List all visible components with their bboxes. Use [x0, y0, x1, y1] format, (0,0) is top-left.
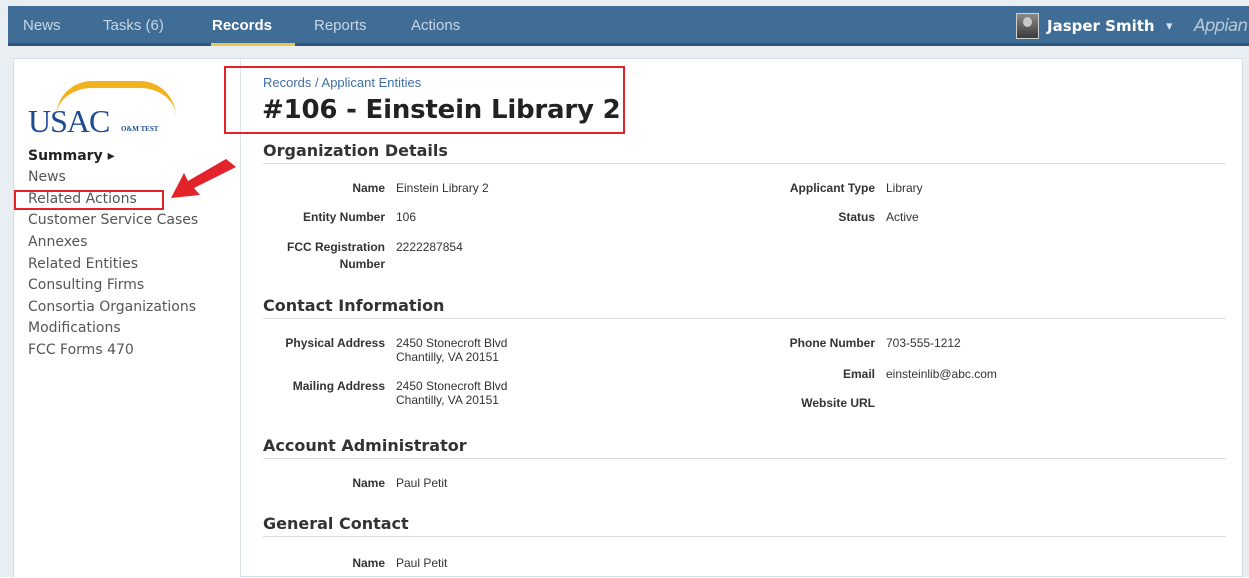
section-heading-account-administrator: Account Administrator	[263, 436, 467, 455]
label-fcc-registration: FCC Registration	[286, 240, 385, 254]
logo-text: USAC	[28, 103, 110, 139]
tab-reports[interactable]: Reports	[314, 6, 367, 46]
section-heading-contact-information: Contact Information	[263, 296, 445, 315]
user-name[interactable]: Jasper Smith	[1047, 6, 1155, 46]
label-mailing-address: Mailing Address	[292, 379, 385, 393]
sidebar-item-consulting-firms[interactable]: Consulting Firms	[28, 277, 144, 293]
value-name: Einstein Library 2	[396, 181, 489, 195]
tab-records[interactable]: Records	[212, 6, 272, 46]
label-entity-number: Entity Number	[302, 210, 385, 224]
value-email[interactable]: einsteinlib@abc.com	[886, 367, 997, 381]
record-sidebar: USAC O&M TEST Summary ▸ News Related Act…	[14, 59, 241, 578]
annotation-arrow-icon	[171, 159, 236, 198]
tab-actions[interactable]: Actions	[411, 6, 460, 46]
section-divider	[263, 536, 1226, 537]
user-avatar[interactable]	[1016, 13, 1039, 39]
value-mailing-address-line1: 2450 Stonecroft Blvd	[396, 379, 508, 393]
sidebar-item-annexes[interactable]: Annexes	[28, 234, 87, 250]
sidebar-item-customer-service-cases[interactable]: Customer Service Cases	[28, 212, 198, 228]
section-divider	[263, 163, 1226, 164]
label-fcc-registration-line2: Number	[339, 257, 385, 271]
app-frame: News Tasks (6) Records Reports Actions J…	[0, 0, 1249, 578]
sidebar-item-consortia-organizations[interactable]: Consortia Organizations	[28, 299, 196, 315]
breadcrumb[interactable]: Records / Applicant Entities	[263, 75, 421, 90]
tab-tasks[interactable]: Tasks (6)	[103, 6, 164, 46]
value-admin-name: Paul Petit	[396, 476, 448, 490]
value-applicant-type: Library	[886, 181, 923, 195]
appian-logo: Appian	[1194, 16, 1248, 36]
value-fcc-registration: 2222287854	[396, 240, 463, 254]
value-mailing-address-line2: Chantilly, VA 20151	[396, 393, 499, 407]
sidebar-item-summary[interactable]: Summary ▸	[28, 148, 115, 164]
sidebar-item-modifications[interactable]: Modifications	[28, 320, 121, 336]
record-card: USAC O&M TEST Summary ▸ News Related Act…	[13, 58, 1244, 578]
label-email: Email	[842, 367, 875, 381]
label-website-url: Website URL	[801, 396, 875, 410]
usac-logo: USAC O&M TEST	[28, 79, 178, 139]
active-tab-underline	[211, 43, 295, 46]
sidebar-item-fcc-forms-470[interactable]: FCC Forms 470	[28, 342, 134, 358]
sidebar-item-related-entities[interactable]: Related Entities	[28, 256, 138, 272]
tab-news[interactable]: News	[23, 6, 61, 46]
value-general-contact-name: Paul Petit	[396, 556, 448, 570]
section-divider	[263, 318, 1226, 319]
label-general-contact-name: Name	[352, 556, 385, 570]
top-navigation: News Tasks (6) Records Reports Actions J…	[8, 6, 1249, 46]
annotation-highlight-box	[14, 190, 164, 210]
label-phone-number: Phone Number	[789, 336, 875, 350]
label-applicant-type: Applicant Type	[789, 181, 875, 195]
section-heading-organization-details: Organization Details	[263, 141, 448, 160]
label-status: Status	[838, 210, 875, 224]
value-entity-number: 106	[396, 210, 417, 224]
logo-subtext: O&M TEST	[121, 125, 159, 133]
value-phone-number: 703-555-1212	[886, 336, 961, 350]
user-menu-caret-icon[interactable]: ▾	[1166, 6, 1173, 46]
record-main: Records / Applicant Entities #106 - Eins…	[224, 59, 1244, 578]
value-physical-address-line1: 2450 Stonecroft Blvd	[396, 336, 508, 350]
label-name: Name	[352, 181, 385, 195]
label-admin-name: Name	[352, 476, 385, 490]
page-title: #106 - Einstein Library 2	[262, 95, 621, 125]
section-heading-general-contact: General Contact	[263, 514, 409, 533]
value-physical-address-line2: Chantilly, VA 20151	[396, 350, 499, 364]
label-physical-address: Physical Address	[285, 336, 385, 350]
value-status: Active	[886, 210, 919, 224]
section-divider	[263, 458, 1226, 459]
sidebar-item-news[interactable]: News	[28, 169, 66, 185]
